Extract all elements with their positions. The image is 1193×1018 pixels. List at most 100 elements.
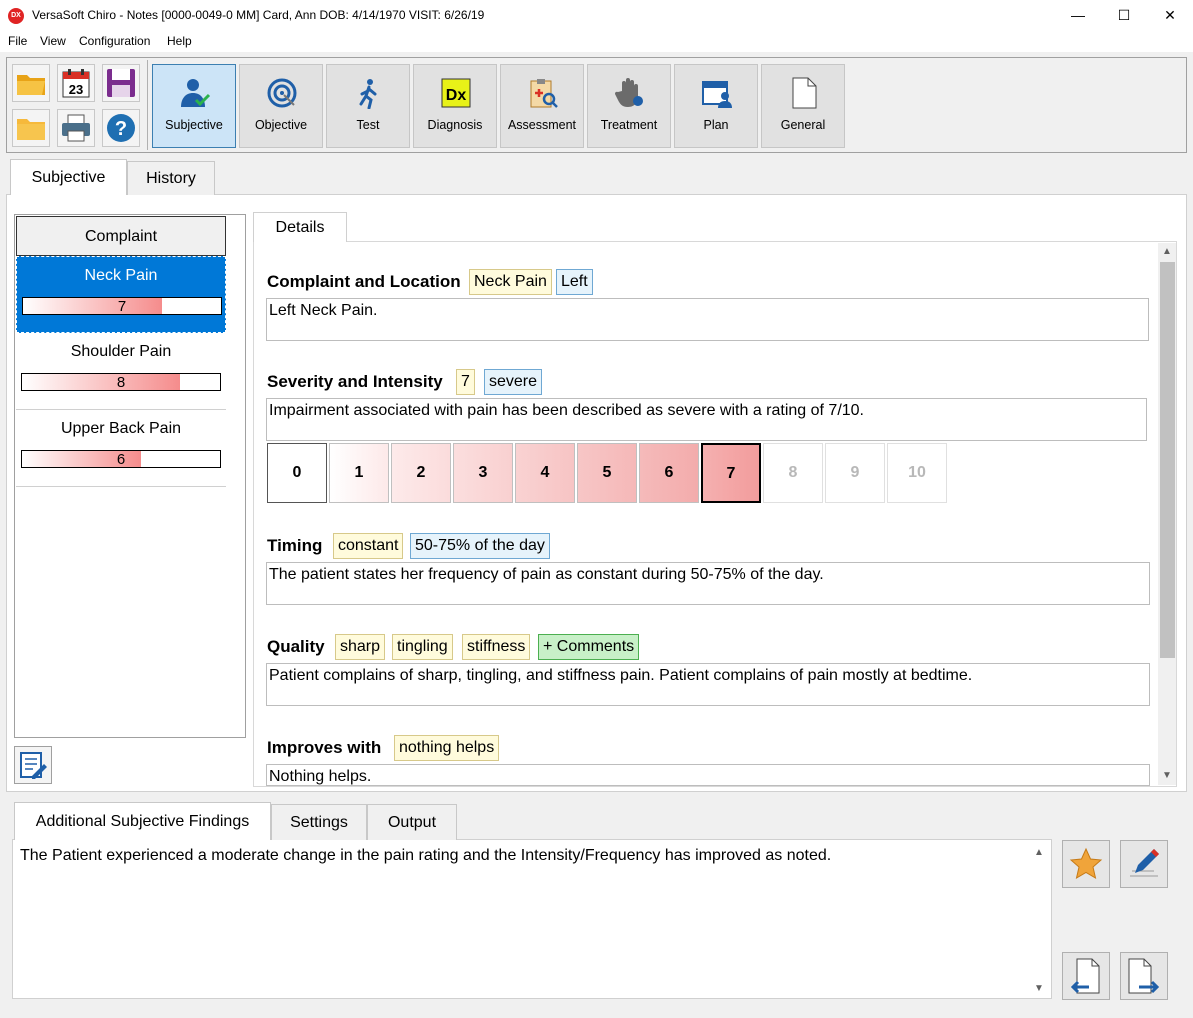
general-tool-button[interactable]: General	[761, 64, 845, 148]
page-back-arrow-icon	[1070, 958, 1100, 994]
diagnosis-tool-button[interactable]: Dx Diagnosis	[413, 64, 497, 148]
pain-scale-2[interactable]: 2	[391, 443, 451, 503]
plan-tool-button[interactable]: Plan	[674, 64, 758, 148]
severity-text[interactable]: Impairment associated with pain has been…	[266, 398, 1147, 441]
favorite-button[interactable]	[1062, 840, 1110, 888]
edit-complaints-button[interactable]	[14, 746, 52, 784]
scroll-up-arrow[interactable]: ▲	[1158, 243, 1176, 261]
help-button[interactable]: ?	[102, 109, 140, 147]
menu-configuration[interactable]: Configuration	[79, 34, 150, 48]
complaint-name: Shoulder Pain	[70, 343, 172, 360]
quality-text[interactable]: Patient complains of sharp, tingling, an…	[266, 663, 1150, 706]
clipboard-search-icon	[530, 79, 558, 108]
complaint-name: Neck Pain	[84, 267, 158, 284]
next-button[interactable]	[1120, 952, 1168, 1000]
findings-scroll-down-arrow[interactable]: ▼	[1031, 980, 1047, 998]
complaint-item-neck-pain[interactable]: Neck Pain 7	[16, 256, 226, 333]
section-title-complaint-location: Complaint and Location	[267, 272, 461, 291]
pain-scale-5[interactable]: 5	[577, 443, 637, 503]
section-title-timing: Timing	[267, 536, 323, 555]
folder-icon	[17, 119, 45, 140]
tab-settings[interactable]: Settings	[271, 804, 367, 840]
save-button[interactable]	[102, 64, 140, 102]
chip-neck-pain[interactable]: Neck Pain	[469, 269, 552, 295]
open-folder-button[interactable]	[12, 64, 50, 102]
pain-scale-7-selected[interactable]: 7	[701, 443, 761, 503]
folder-open-icon	[17, 75, 45, 95]
tab-additional-findings[interactable]: Additional Subjective Findings	[14, 802, 271, 840]
maximize-button[interactable]: ☐	[1101, 0, 1147, 32]
menu-file[interactable]: File	[8, 34, 27, 48]
findings-scroll-up-arrow[interactable]: ▲	[1031, 844, 1047, 862]
timing-text[interactable]: The patient states her frequency of pain…	[266, 562, 1150, 605]
complaint-header[interactable]: Complaint	[16, 216, 226, 256]
chip-nothing-helps[interactable]: nothing helps	[394, 735, 500, 761]
person-check-icon	[181, 79, 211, 107]
window-title: VersaSoft Chiro - Notes [0000-0049-0 MM]…	[32, 8, 485, 22]
subjective-label: Subjective	[165, 118, 223, 132]
app-logo-icon: DX	[8, 8, 24, 24]
improves-with-text[interactable]: Nothing helps.	[266, 764, 1150, 786]
calendar-button[interactable]: 23	[57, 64, 95, 102]
section-title-severity: Severity and Intensity	[267, 372, 443, 391]
tab-history[interactable]: History	[127, 161, 215, 195]
pain-scale-0[interactable]: 0	[267, 443, 327, 503]
edit-list-icon	[20, 752, 47, 779]
chip-sharp[interactable]: sharp	[335, 634, 386, 660]
page-forward-arrow-icon	[1128, 958, 1160, 994]
pencil-lines-icon	[1130, 849, 1159, 877]
test-tool-button[interactable]: Test	[326, 64, 410, 148]
edit-findings-button[interactable]	[1120, 840, 1168, 888]
pain-rating-value: 8	[116, 374, 126, 391]
pain-scale-8[interactable]: 8	[763, 443, 823, 503]
tab-subjective[interactable]: Subjective	[10, 159, 127, 195]
minimize-button[interactable]: —	[1055, 0, 1101, 32]
pain-rating-value: 7	[117, 298, 127, 315]
chip-severe[interactable]: severe	[484, 369, 543, 395]
tab-details[interactable]: Details	[253, 212, 347, 242]
pain-scale-3[interactable]: 3	[453, 443, 513, 503]
walking-icon	[359, 79, 377, 109]
general-label: General	[780, 118, 826, 132]
calendar-person-icon	[702, 81, 732, 108]
treatment-tool-button[interactable]: Treatment	[587, 64, 671, 148]
help-glyph: ?	[115, 118, 127, 140]
add-comments-button[interactable]: + Comments	[538, 634, 640, 660]
chip-severity-rating[interactable]: 7	[456, 369, 475, 395]
complaint-item-upper-back-pain[interactable]: Upper Back Pain 6	[16, 410, 226, 487]
findings-text[interactable]: The Patient experienced a moderate chang…	[20, 847, 831, 865]
chip-left[interactable]: Left	[556, 269, 593, 295]
pain-scale-9[interactable]: 9	[825, 443, 885, 503]
complaint-location-text[interactable]: Left Neck Pain.	[266, 298, 1149, 341]
complaint-item-shoulder-pain[interactable]: Shoulder Pain 8	[16, 333, 226, 410]
calendar-icon: 23	[62, 69, 90, 98]
pain-scale-6[interactable]: 6	[639, 443, 699, 503]
printer-icon	[62, 114, 90, 142]
previous-button[interactable]	[1062, 952, 1110, 1000]
menu-view[interactable]: View	[40, 34, 66, 48]
target-icon	[267, 78, 297, 108]
pain-scale-4[interactable]: 4	[515, 443, 575, 503]
menu-help[interactable]: Help	[167, 34, 192, 48]
pain-scale-1[interactable]: 1	[329, 443, 389, 503]
assessment-tool-button[interactable]: Assessment	[500, 64, 584, 148]
subjective-tool-button[interactable]: Subjective	[152, 64, 236, 148]
chip-tingling[interactable]: tingling	[392, 634, 453, 660]
findings-scrollbar[interactable]	[1032, 842, 1048, 998]
pain-rating-bar: 7	[22, 297, 222, 315]
details-scrollbar-thumb[interactable]	[1160, 262, 1175, 658]
objective-tool-button[interactable]: Objective	[239, 64, 323, 148]
close-button[interactable]: ✕	[1147, 0, 1193, 32]
folder-button[interactable]	[12, 109, 50, 147]
toolbar-divider	[147, 60, 148, 150]
scroll-down-arrow[interactable]: ▼	[1158, 767, 1176, 785]
pain-scale-10[interactable]: 10	[887, 443, 947, 503]
tab-output[interactable]: Output	[367, 804, 457, 840]
test-label: Test	[356, 118, 380, 132]
print-button[interactable]	[57, 109, 95, 147]
complaint-name: Upper Back Pain	[60, 420, 182, 437]
chip-frequency[interactable]: 50-75% of the day	[410, 533, 550, 559]
assessment-label: Assessment	[507, 118, 577, 132]
chip-stiffness[interactable]: stiffness	[462, 634, 531, 660]
chip-constant[interactable]: constant	[333, 533, 404, 559]
